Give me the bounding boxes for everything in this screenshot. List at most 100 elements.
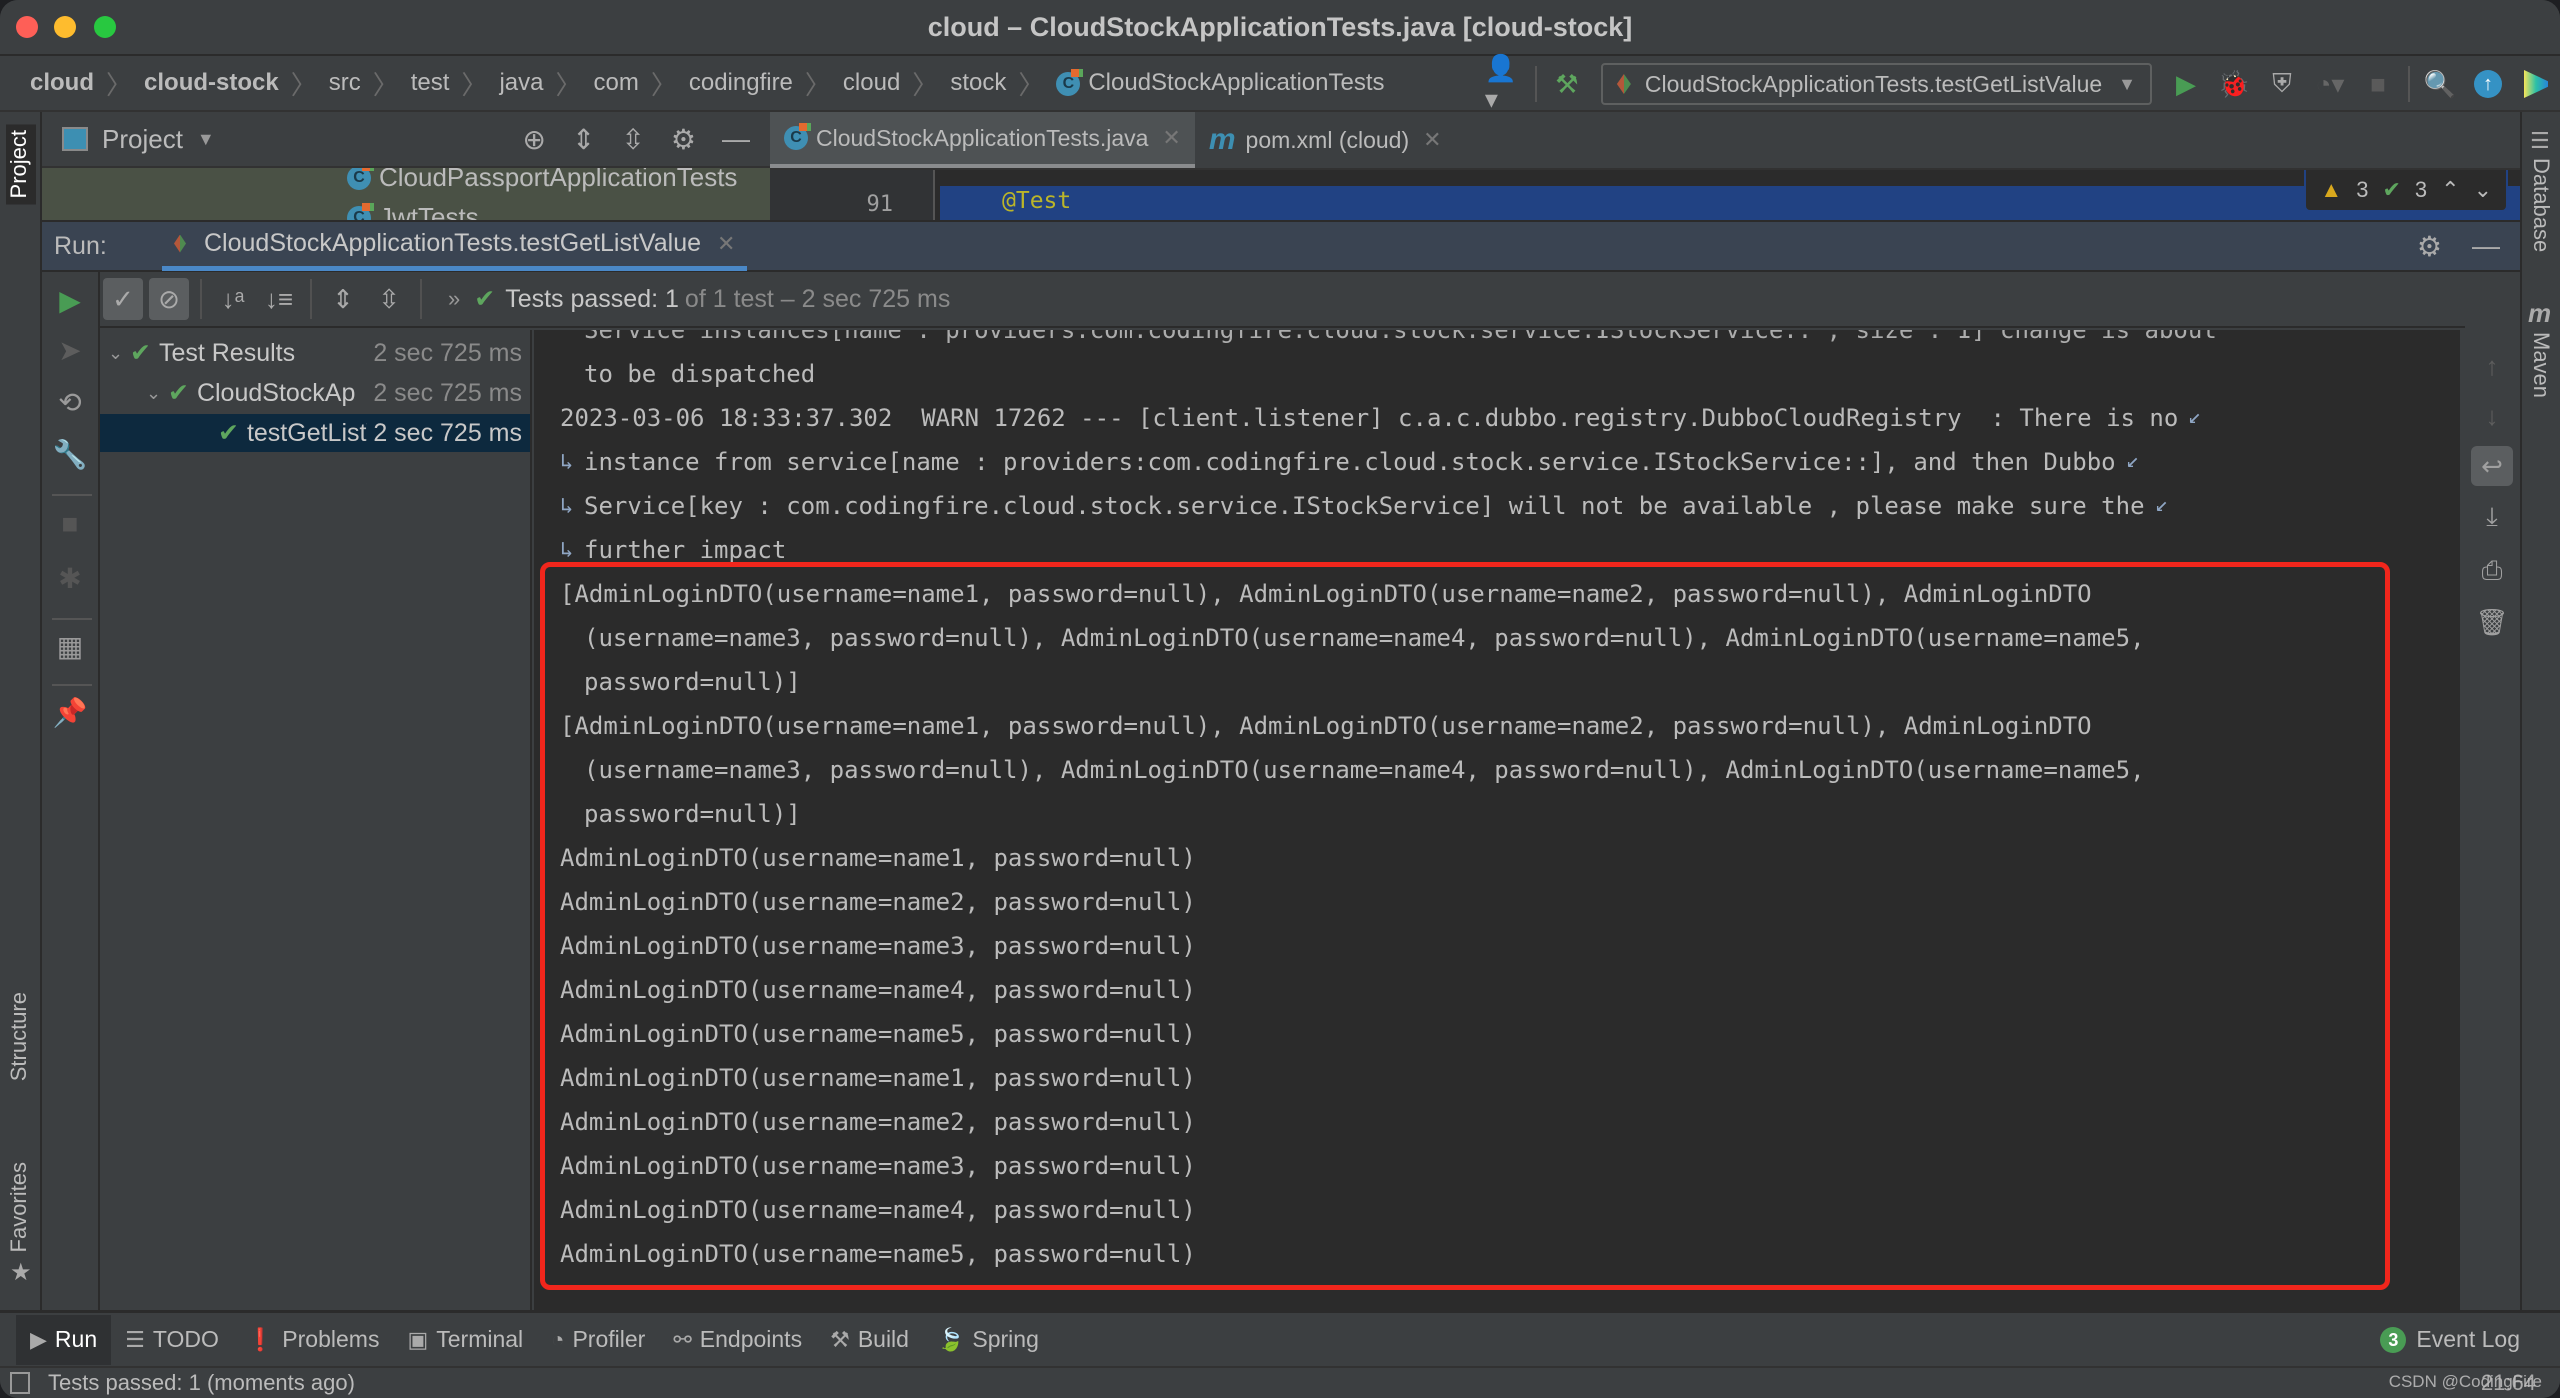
hide-icon[interactable]: — bbox=[2472, 230, 2500, 262]
breadcrumb-item[interactable]: cloud bbox=[837, 69, 906, 97]
rerun-failed-icon[interactable]: ➤ bbox=[42, 334, 98, 367]
arrow-up-icon[interactable]: ↑ bbox=[2471, 346, 2513, 386]
breadcrumb-item[interactable]: com bbox=[587, 69, 644, 97]
divider bbox=[420, 279, 422, 319]
tool-button-run[interactable]: ▶ Run bbox=[16, 1314, 112, 1365]
event-log-button[interactable]: 3 Event Log bbox=[2380, 1326, 2520, 1353]
breadcrumb-item[interactable]: codingfire bbox=[683, 69, 799, 97]
previous-highlight-icon[interactable]: ⌃ bbox=[2441, 177, 2459, 203]
test-node-class[interactable]: ⌄ ✔ CloudStockApplicationTests 2 sec 725… bbox=[100, 374, 530, 412]
tool-button-endpoints[interactable]: ⚯ Endpoints bbox=[659, 1315, 816, 1365]
favorites-tool-button[interactable]: Favorites bbox=[6, 1162, 32, 1252]
locate-icon[interactable]: ⊕ bbox=[522, 123, 545, 156]
console-line: Service[key : com.codingfire.cloud.stock… bbox=[584, 492, 2145, 520]
rerun-icon[interactable]: ▶ bbox=[42, 284, 98, 317]
arrow-down-icon[interactable]: ↓ bbox=[2471, 396, 2513, 436]
tool-button-problems[interactable]: ❗ Problems bbox=[233, 1315, 394, 1365]
close-tab-icon[interactable]: ✕ bbox=[1162, 125, 1180, 151]
breadcrumb-item[interactable]: cloud bbox=[24, 69, 100, 97]
coverage-icon[interactable]: ⛨ bbox=[2262, 64, 2302, 104]
breadcrumb-item[interactable]: cloud-stock bbox=[138, 69, 285, 97]
next-highlight-icon[interactable]: ⌄ bbox=[2474, 177, 2492, 203]
console-line: AdminLoginDTO(username=name4, password=n… bbox=[560, 976, 1196, 1004]
gear-icon[interactable]: ⚙ bbox=[671, 123, 696, 156]
show-ignored-toggle[interactable]: ⊘ bbox=[149, 278, 189, 320]
console-line: (username=name3, password=null), AdminLo… bbox=[584, 624, 2145, 652]
maven-tool-button[interactable]: Maven bbox=[2528, 332, 2554, 398]
breadcrumb-item[interactable]: C CloudStockApplicationTests bbox=[1050, 68, 1390, 97]
console-output[interactable]: Service instances[name : providers:com.c… bbox=[534, 330, 2460, 1310]
profiler-icon: ◔ bbox=[551, 1326, 565, 1352]
hide-icon[interactable]: — bbox=[722, 123, 750, 156]
maven-m-icon: m bbox=[2528, 298, 2552, 328]
current-line[interactable]: @Test bbox=[940, 186, 2520, 220]
tree-item[interactable]: C JwtTests bbox=[347, 202, 479, 220]
close-tab-icon[interactable]: ✕ bbox=[1423, 127, 1441, 153]
breadcrumb-item[interactable]: java bbox=[493, 69, 549, 97]
stop-icon[interactable]: ■ bbox=[42, 508, 98, 540]
export-icon[interactable]: ✱ bbox=[42, 562, 98, 595]
build-hammer-icon[interactable]: ⚒ bbox=[1547, 64, 1587, 104]
trash-icon[interactable]: 🗑 bbox=[2471, 602, 2513, 642]
project-view-selector[interactable]: Project ▼ bbox=[42, 124, 215, 155]
test-results-tree: ⌄ ✔ Test Results 2 sec 725 ms ⌄ ✔ CloudS… bbox=[100, 330, 532, 1310]
console-line: AdminLoginDTO(username=name2, password=n… bbox=[560, 1108, 1196, 1136]
console-toolbar: ↑ ↓ ↩ ⤓ ⎙ 🗑 bbox=[2465, 330, 2520, 1310]
tab-cloudstockapplicationtests[interactable]: C CloudStockApplicationTests.java ✕ bbox=[770, 112, 1195, 168]
tree-item[interactable]: C CloudPassportApplicationTests bbox=[347, 168, 737, 193]
sort-by-duration-icon[interactable]: ↓≡ bbox=[259, 278, 299, 320]
expand-all-icon[interactable]: ⇕ bbox=[323, 278, 363, 320]
structure-tool-button[interactable]: Structure bbox=[6, 992, 32, 1081]
run-tab[interactable]: CloudStockApplicationTests.testGetListVa… bbox=[162, 221, 748, 271]
database-tool-button[interactable]: Database bbox=[2528, 158, 2554, 252]
scroll-to-end-icon[interactable]: ⤓ bbox=[2471, 496, 2513, 536]
sort-alphabetically-icon[interactable]: ↓ᵃ bbox=[213, 278, 253, 320]
chevron-down-icon[interactable]: ⌄ bbox=[146, 383, 168, 404]
collapse-all-icon[interactable]: ⇳ bbox=[621, 123, 644, 156]
jetbrains-logo-icon[interactable] bbox=[2516, 64, 2556, 104]
toggle-tool-windows-icon[interactable] bbox=[10, 1372, 30, 1394]
layout-icon[interactable]: ▦ bbox=[42, 630, 98, 663]
class-icon: C bbox=[784, 123, 811, 150]
gear-icon[interactable]: ⚙ bbox=[2417, 230, 2442, 263]
tool-button-terminal[interactable]: ▣ Terminal bbox=[393, 1315, 537, 1365]
profile-icon[interactable]: ◔▾ bbox=[2310, 64, 2350, 104]
pin-icon[interactable]: 📌 bbox=[42, 696, 98, 729]
run-configuration-select[interactable]: CloudStockApplicationTests.testGetListVa… bbox=[1600, 63, 2152, 105]
left-tool-stripe: Project Structure Favorites ★ bbox=[0, 112, 42, 1310]
show-passed-toggle[interactable]: ✓ bbox=[103, 278, 143, 320]
collapse-all-icon[interactable]: ⇳ bbox=[369, 278, 409, 320]
inspections-widget[interactable]: ▲ 3 ✔ 3 ⌃ ⌄ bbox=[2304, 170, 2508, 212]
check-icon: ✔ bbox=[130, 339, 151, 367]
run-icon[interactable]: ▶ bbox=[2166, 64, 2206, 104]
breadcrumb-item[interactable]: stock bbox=[944, 69, 1012, 97]
test-node-method[interactable]: ✔ testGetListValue 2 sec 725 ms bbox=[100, 414, 530, 452]
chevron-down-icon[interactable]: ⌄ bbox=[108, 343, 130, 364]
stop-icon[interactable]: ■ bbox=[2358, 64, 2398, 104]
debug-icon[interactable]: 🐞 bbox=[2214, 64, 2254, 104]
user-icon[interactable]: 👤▾ bbox=[1485, 53, 1525, 114]
test-node-results[interactable]: ⌄ ✔ Test Results 2 sec 725 ms bbox=[100, 334, 530, 372]
project-tool-button[interactable]: Project bbox=[6, 124, 36, 205]
breadcrumb-item[interactable]: src bbox=[323, 69, 367, 97]
more-icon[interactable]: » bbox=[448, 286, 460, 312]
expand-all-icon[interactable]: ⇕ bbox=[572, 123, 595, 156]
spring-leaf-icon: 🍃 bbox=[936, 1326, 965, 1352]
breadcrumb-separator-icon: 〉 bbox=[106, 69, 133, 100]
breadcrumb-item[interactable]: test bbox=[405, 69, 456, 97]
soft-wrap-icon[interactable]: ↩ bbox=[2471, 446, 2513, 486]
breadcrumb-label: cloud-stock bbox=[144, 69, 279, 96]
event-log-badge: 3 bbox=[2380, 1326, 2407, 1353]
close-tab-icon[interactable]: ✕ bbox=[717, 231, 735, 257]
wrench-icon[interactable]: 🔧 bbox=[42, 438, 98, 471]
toggle-auto-test-icon[interactable]: ⟲ bbox=[42, 386, 98, 419]
code-editor[interactable]: 91 @Test ▲ 3 ✔ 3 ⌃ ⌄ bbox=[770, 170, 2520, 220]
tool-button-build[interactable]: ⚒ Build bbox=[816, 1315, 923, 1365]
update-icon[interactable]: ↑ bbox=[2468, 64, 2508, 104]
tool-button-spring[interactable]: 🍃 Spring bbox=[923, 1315, 1053, 1365]
tool-button-todo[interactable]: ☰ TODO bbox=[111, 1315, 233, 1365]
search-icon[interactable]: 🔍 bbox=[2420, 64, 2460, 104]
tool-button-profiler[interactable]: ◔ Profiler bbox=[537, 1315, 659, 1365]
tab-pom-xml[interactable]: m pom.xml (cloud) ✕ bbox=[1195, 112, 1456, 168]
print-icon[interactable]: ⎙ bbox=[2471, 550, 2513, 590]
